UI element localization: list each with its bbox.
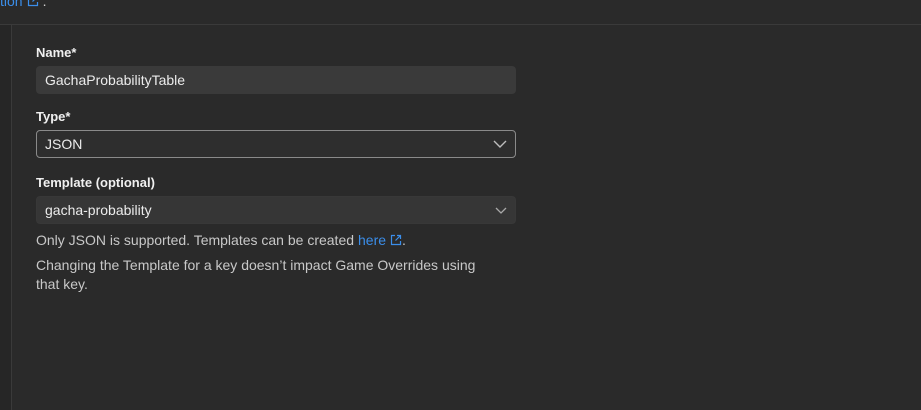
- template-select[interactable]: gacha-probability: [36, 196, 516, 224]
- chevron-down-icon: [495, 207, 507, 214]
- type-label: Type*: [36, 109, 71, 124]
- type-select[interactable]: JSON: [36, 130, 516, 158]
- page: tion . Name* GachaProbabilityTable Type*…: [0, 0, 921, 410]
- left-gutter: [0, 25, 12, 410]
- external-link-icon: [390, 234, 402, 246]
- help-prefix: Only JSON is supported. Templates can be…: [36, 232, 355, 248]
- type-select-value: JSON: [45, 136, 83, 152]
- top-strip: tion .: [0, 0, 921, 25]
- name-field-group: Name* GachaProbabilityTable: [36, 44, 516, 94]
- config-key-form: Name* GachaProbabilityTable Type* JSON T…: [36, 44, 516, 294]
- type-field-group: Type* JSON: [36, 108, 516, 158]
- documentation-link-text[interactable]: tion: [0, 0, 23, 9]
- help-suffix: .: [402, 232, 406, 248]
- template-help-text: Only JSON is supported. Templates can be…: [36, 230, 516, 250]
- name-label: Name*: [36, 45, 77, 60]
- template-override-note: Changing the Template for a key doesn’t …: [36, 257, 476, 292]
- external-link-icon: [27, 0, 39, 7]
- template-field-group: Template (optional) gacha-probability On…: [36, 174, 516, 294]
- here-link-text[interactable]: here: [358, 230, 386, 250]
- chevron-down-icon: [493, 140, 507, 148]
- name-input-value: GachaProbabilityTable: [45, 72, 186, 88]
- templates-here-link[interactable]: here: [358, 230, 402, 250]
- name-input[interactable]: GachaProbabilityTable: [36, 66, 516, 94]
- link-trail: .: [42, 0, 47, 9]
- documentation-link[interactable]: tion .: [0, 0, 46, 9]
- template-label: Template (optional): [36, 175, 155, 190]
- template-select-value: gacha-probability: [45, 202, 152, 218]
